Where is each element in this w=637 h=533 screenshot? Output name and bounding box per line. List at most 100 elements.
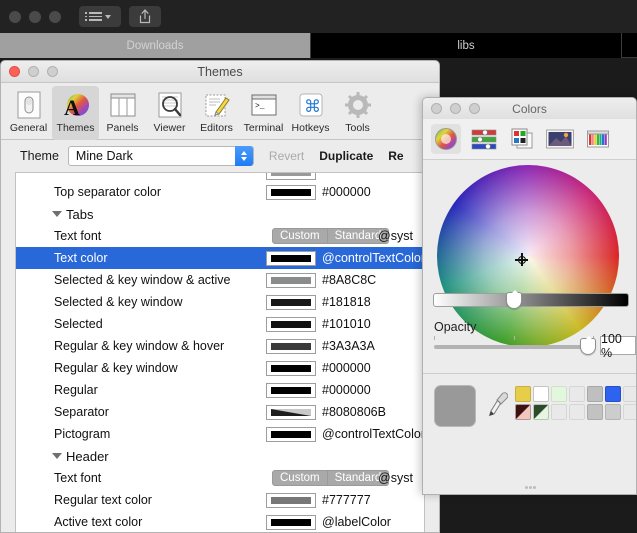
color-swatch[interactable] xyxy=(266,514,316,530)
image-palettes-mode-button[interactable] xyxy=(545,124,575,154)
color-palettes-icon xyxy=(511,128,533,149)
color-swatch[interactable] xyxy=(266,492,316,508)
font-segmented-control[interactable]: Custom Standard xyxy=(272,470,390,486)
background-window-traffic-lights[interactable] xyxy=(9,10,61,23)
swatch-cell[interactable] xyxy=(623,386,636,402)
swatch-cell[interactable] xyxy=(569,404,585,420)
swatch-cell[interactable] xyxy=(515,404,531,420)
table-row[interactable]: Selected & key window & active #8A8C8C xyxy=(16,269,424,291)
color-swatch[interactable] xyxy=(266,184,316,200)
background-window-toolbar xyxy=(0,0,637,33)
color-swatch[interactable] xyxy=(266,272,316,288)
table-row[interactable]: Selected #101010 xyxy=(16,313,424,335)
share-button[interactable] xyxy=(129,6,161,27)
table-row[interactable]: Regular & key window & hover #3A3A3A xyxy=(16,335,424,357)
font-segmented-control[interactable]: Custom Standard xyxy=(272,228,390,244)
color-swatch[interactable] xyxy=(266,250,316,266)
group-row-header[interactable]: Header xyxy=(16,445,424,467)
colors-panel-title: Colors xyxy=(512,101,547,116)
swatch-cell[interactable] xyxy=(569,386,585,402)
crayons-mode-button[interactable] xyxy=(583,124,613,154)
swatch-cell[interactable] xyxy=(605,404,621,420)
rename-button[interactable]: Re xyxy=(388,149,403,163)
row-value: @labelColor xyxy=(322,515,391,529)
toolbar-item-themes[interactable]: A Themes xyxy=(52,86,99,140)
toolbar-item-panels[interactable]: Panels xyxy=(99,86,146,136)
swatch-cell[interactable] xyxy=(551,386,567,402)
minimize-button[interactable] xyxy=(29,10,41,23)
toolbar-item-tools[interactable]: Tools xyxy=(334,86,381,136)
color-swatch[interactable] xyxy=(266,426,316,442)
color-palettes-mode-button[interactable] xyxy=(507,124,537,154)
table-row[interactable]: Selected & key window #181818 xyxy=(16,291,424,313)
color-swatch[interactable] xyxy=(266,294,316,310)
toolbar-item-terminal[interactable]: >_ Terminal xyxy=(240,86,287,136)
table-row[interactable]: Separator #8080806B xyxy=(16,401,424,423)
swatch-cell[interactable] xyxy=(623,404,636,420)
swatch-cell[interactable] xyxy=(605,386,621,402)
themes-window-titlebar[interactable]: Themes xyxy=(1,61,439,83)
disclosure-triangle-icon[interactable] xyxy=(52,453,62,459)
toolbar-item-hotkeys[interactable]: ⌘ Hotkeys xyxy=(287,86,334,136)
segment-custom[interactable]: Custom xyxy=(272,470,328,486)
general-icon xyxy=(13,89,45,121)
tab-libs[interactable]: libs xyxy=(311,33,622,58)
color-swatch[interactable] xyxy=(266,316,316,332)
brightness-slider-knob[interactable] xyxy=(506,290,522,309)
colors-panel-bottom xyxy=(423,374,636,494)
opacity-slider[interactable] xyxy=(434,336,596,355)
list-icon xyxy=(85,12,102,21)
brightness-slider[interactable] xyxy=(433,290,629,309)
table-row[interactable]: Pictogram @controlTextColor xyxy=(16,423,424,445)
revert-button[interactable]: Revert xyxy=(269,149,304,163)
opacity-slider-knob[interactable] xyxy=(580,336,596,355)
table-row[interactable]: Top separator color #000000 xyxy=(16,181,424,203)
themes-window: Themes General A Themes Panels Viewer Ed… xyxy=(0,60,440,533)
eyedropper-button[interactable] xyxy=(488,390,509,420)
list-view-button[interactable] xyxy=(79,6,121,27)
toolbar-item-viewer-label: Viewer xyxy=(153,122,186,134)
disclosure-triangle-icon[interactable] xyxy=(52,211,62,217)
table-row[interactable]: Regular text color #777777 xyxy=(16,489,424,511)
toolbar-item-general[interactable]: General xyxy=(5,86,52,136)
color-swatch[interactable] xyxy=(266,382,316,398)
color-swatch[interactable] xyxy=(266,338,316,354)
row-value: #181818 xyxy=(322,295,371,309)
table-row[interactable]: Text font Custom Standard @syst xyxy=(16,467,424,489)
segment-custom[interactable]: Custom xyxy=(272,228,328,244)
theme-properties-list[interactable]: Top separator color #000000 Tabs Text fo… xyxy=(15,172,425,532)
swatch-cell[interactable] xyxy=(533,404,549,420)
table-row-selected[interactable]: Text color @controlTextColor xyxy=(16,247,424,269)
theme-dropdown[interactable]: Mine Dark xyxy=(67,146,254,166)
close-button[interactable] xyxy=(9,10,21,23)
table-row-partial-top[interactable] xyxy=(16,173,424,181)
tab-downloads[interactable]: Downloads xyxy=(0,33,311,58)
swatch-cell[interactable] xyxy=(533,386,549,402)
color-swatch[interactable] xyxy=(266,404,316,420)
swatch-cell[interactable] xyxy=(515,386,531,402)
swatch-cell[interactable] xyxy=(587,404,603,420)
table-row[interactable]: Regular #000000 xyxy=(16,379,424,401)
color-wheel-mode-button[interactable] xyxy=(431,124,461,154)
zoom-button[interactable] xyxy=(49,10,61,23)
color-sliders-mode-button[interactable] xyxy=(469,124,499,154)
color-swatch[interactable] xyxy=(266,360,316,376)
table-row[interactable]: Regular & key window #000000 xyxy=(16,357,424,379)
color-swatch-grid[interactable] xyxy=(515,386,636,420)
group-row-tabs[interactable]: Tabs xyxy=(16,203,424,225)
toolbar-item-viewer[interactable]: Viewer xyxy=(146,86,193,136)
colors-panel-titlebar[interactable]: Colors xyxy=(423,98,636,119)
toolbar-item-editors[interactable]: Editors xyxy=(193,86,240,136)
duplicate-button[interactable]: Duplicate xyxy=(319,149,373,163)
swatch-cell[interactable] xyxy=(551,404,567,420)
opacity-value-field[interactable]: 100 % xyxy=(600,332,636,360)
table-row[interactable]: Text font Custom Standard @syst xyxy=(16,225,424,247)
row-label: Separator xyxy=(54,405,109,419)
swatch-cell[interactable] xyxy=(587,386,603,402)
current-color-well[interactable] xyxy=(434,385,476,427)
theme-stepper-icon[interactable] xyxy=(234,146,253,166)
color-wheel-crosshair[interactable] xyxy=(515,253,528,266)
swatch-grid-resize-grip[interactable] xyxy=(525,486,536,489)
table-row[interactable]: Active text color @labelColor xyxy=(16,511,424,532)
color-swatch[interactable] xyxy=(266,173,316,180)
